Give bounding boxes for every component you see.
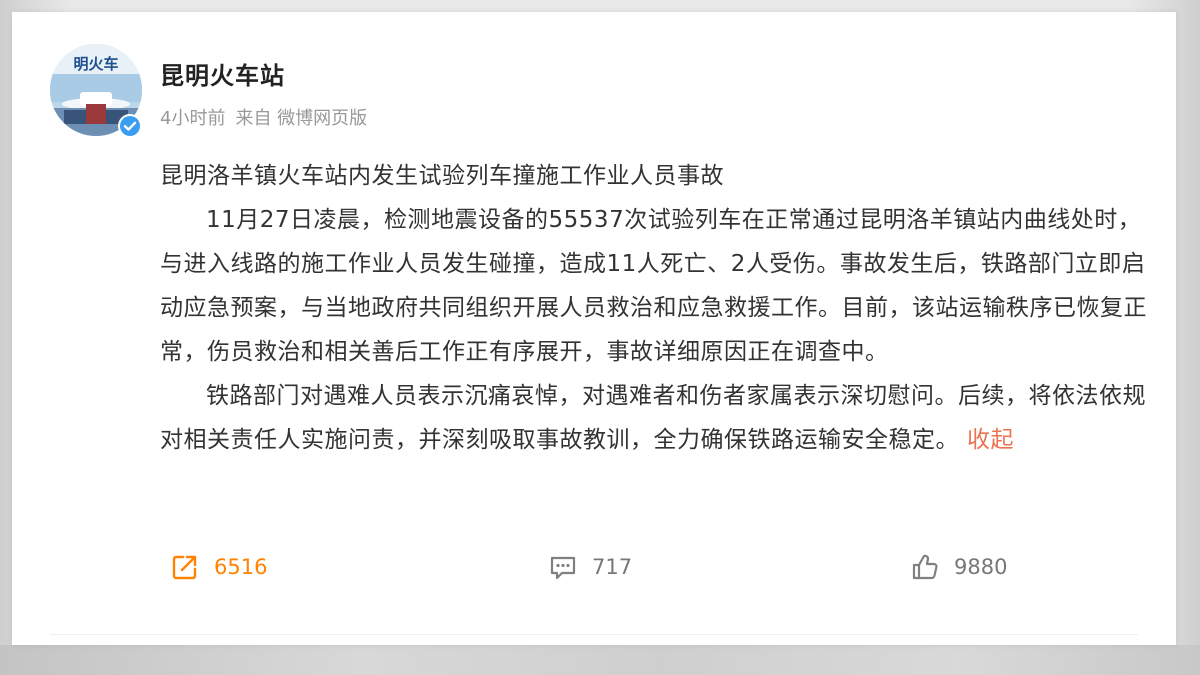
thumb-up-icon	[912, 554, 938, 580]
share-icon	[172, 555, 197, 580]
author-name[interactable]: 昆明火车站	[160, 56, 285, 91]
collapse-link[interactable]: 收起	[967, 427, 1014, 453]
like-button[interactable]: 9880	[910, 552, 1007, 582]
weibo-post-card: 明火车 昆明火车站 4小时前 来自 微博网页版 昆明洛羊镇火车站内发生试验列车撞施…	[12, 12, 1176, 645]
like-count: 9880	[954, 555, 1008, 579]
comment-button[interactable]: 717	[548, 552, 632, 582]
share-button[interactable]: 6516	[170, 552, 267, 582]
comment-count: 717	[592, 555, 633, 579]
verified-badge-icon	[118, 114, 142, 138]
background-strip	[0, 645, 1200, 675]
post-source: 来自 微博网页版	[235, 108, 368, 129]
divider	[50, 634, 1138, 635]
post-paragraph-1: 11月27日凌晨，检测地震设备的55537次试验列车在正常通过昆明洛羊镇站内曲线…	[160, 198, 1150, 374]
comment-icon	[550, 556, 576, 580]
post-time[interactable]: 4小时前	[160, 108, 225, 129]
paragraph-text: 11月27日凌晨，检测地震设备的55537次试验列车在正常通过昆明洛羊镇站内曲线…	[160, 207, 1147, 365]
share-count: 6516	[214, 555, 268, 579]
avatar-logo-text: 明火车	[73, 55, 118, 73]
post-paragraph-2: 铁路部门对遇难人员表示沉痛哀悼，对遇难者和伤者家属表示深切慰问。后续，将依法依规…	[160, 374, 1150, 462]
post-title: 昆明洛羊镇火车站内发生试验列车撞施工作业人员事故	[160, 163, 724, 189]
post-meta: 4小时前 来自 微博网页版	[160, 104, 377, 130]
post-content: 昆明洛羊镇火车站内发生试验列车撞施工作业人员事故 11月27日凌晨，检测地震设备…	[160, 154, 1150, 462]
action-bar: 6516 717 9880	[160, 552, 1120, 592]
